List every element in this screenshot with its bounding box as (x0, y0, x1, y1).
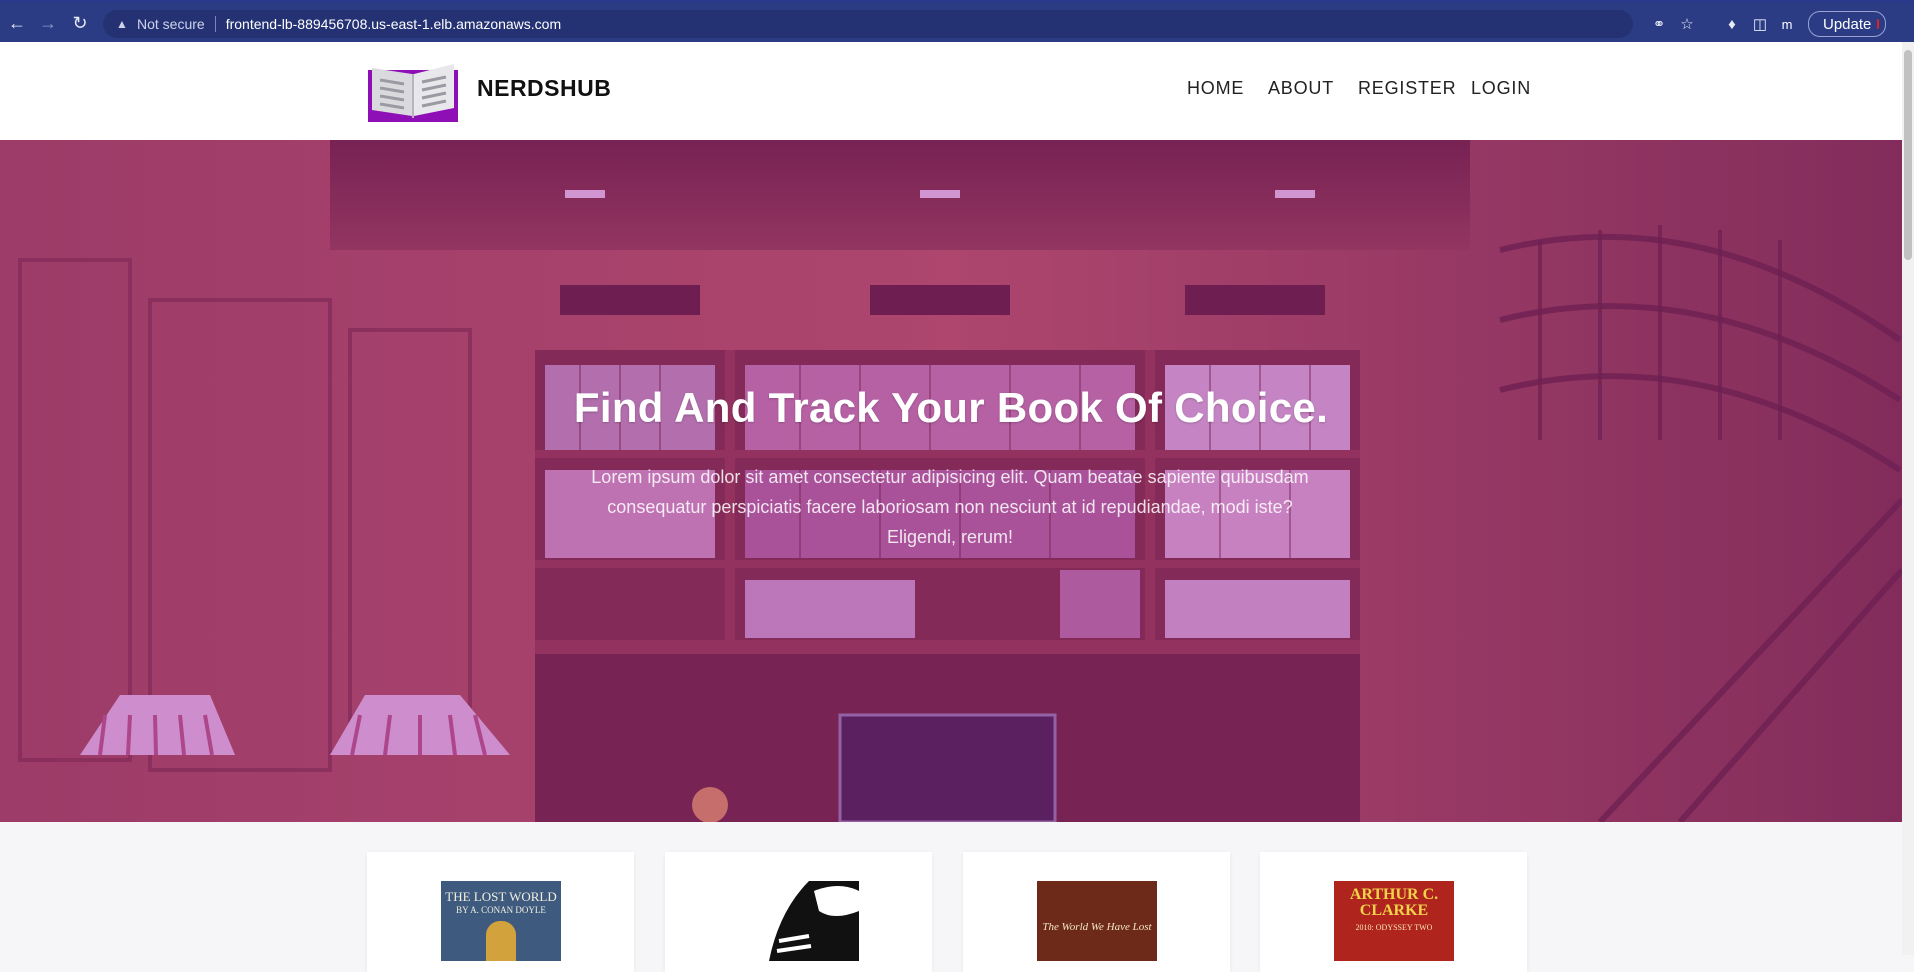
book-cards-section: THE LOST WORLD BY A. CONAN DOYLE The Wor… (0, 822, 1902, 972)
url-text[interactable]: frontend-lb-889456708.us-east-1.elb.amaz… (226, 16, 561, 32)
book-cover-image[interactable]: ARTHUR C. CLARKE 2010: ODYSSEY TWO (1334, 881, 1454, 961)
nav-home[interactable]: HOME (1187, 78, 1244, 99)
address-bar[interactable]: ▲ Not secure frontend-lb-889456708.us-ea… (103, 10, 1633, 38)
extensions-icon[interactable]: ♦ (1718, 11, 1746, 37)
book-card[interactable]: ARTHUR C. CLARKE 2010: ODYSSEY TWO (1260, 852, 1527, 972)
nav-register[interactable]: REGISTER (1358, 78, 1456, 99)
hero-description: Lorem ipsum dolor sit amet consectetur a… (591, 467, 1309, 547)
book-card[interactable]: The World We Have Lost (963, 852, 1230, 972)
nav-login[interactable]: LOGIN (1471, 78, 1531, 99)
book-cover-image[interactable]: THE LOST WORLD BY A. CONAN DOYLE (441, 881, 561, 961)
book-card[interactable] (665, 852, 932, 972)
page-scrollbar[interactable] (1902, 42, 1914, 955)
book-card[interactable]: THE LOST WORLD BY A. CONAN DOYLE (367, 852, 634, 972)
update-label: Update (1823, 15, 1872, 33)
forward-icon[interactable]: → (37, 12, 59, 34)
hero-section: Find And Track Your Book Of Choice. Lore… (0, 140, 1902, 822)
book-cover-author: BY A. CONAN DOYLE (456, 905, 546, 915)
book-cover-image[interactable]: The World We Have Lost (1037, 881, 1157, 961)
cover-art-icon (739, 881, 859, 961)
divider (214, 16, 216, 32)
site-header: NERDSHUB HOME ABOUT REGISTER LOGIN (0, 42, 1902, 140)
cover-figure-icon (486, 921, 516, 961)
book-cover-title: ARTHUR C. CLARKE (1349, 886, 1439, 919)
back-icon[interactable]: ← (6, 12, 28, 34)
warning-icon: ▲ (116, 17, 128, 31)
brand-name[interactable]: NERDSHUB (477, 75, 611, 102)
security-label[interactable]: Not secure (137, 16, 205, 32)
share-icon[interactable]: ⚭ (1645, 11, 1673, 37)
reload-icon[interactable]: ↻ (69, 12, 91, 34)
book-cover-title: THE LOST WORLD (445, 889, 557, 904)
profile-avatar[interactable]: m (1774, 17, 1800, 32)
book-cover-image[interactable] (739, 881, 859, 961)
star-icon[interactable]: ☆ (1673, 11, 1701, 37)
book-cover-author: 2010: ODYSSEY TWO (1355, 923, 1433, 932)
update-button[interactable]: Update (1808, 11, 1887, 37)
side-panel-icon[interactable]: ◫ (1746, 11, 1774, 37)
nav-about[interactable]: ABOUT (1268, 78, 1334, 99)
update-indicator (1877, 19, 1880, 29)
browser-toolbar: ← → ↻ ▲ Not secure frontend-lb-889456708… (0, 0, 1914, 42)
book-cover-title: The World We Have Lost (1042, 921, 1152, 933)
scrollbar-thumb[interactable] (1904, 50, 1912, 260)
book-logo-icon[interactable] (368, 60, 458, 122)
hero-title: Find And Track Your Book Of Choice. (573, 384, 1329, 431)
